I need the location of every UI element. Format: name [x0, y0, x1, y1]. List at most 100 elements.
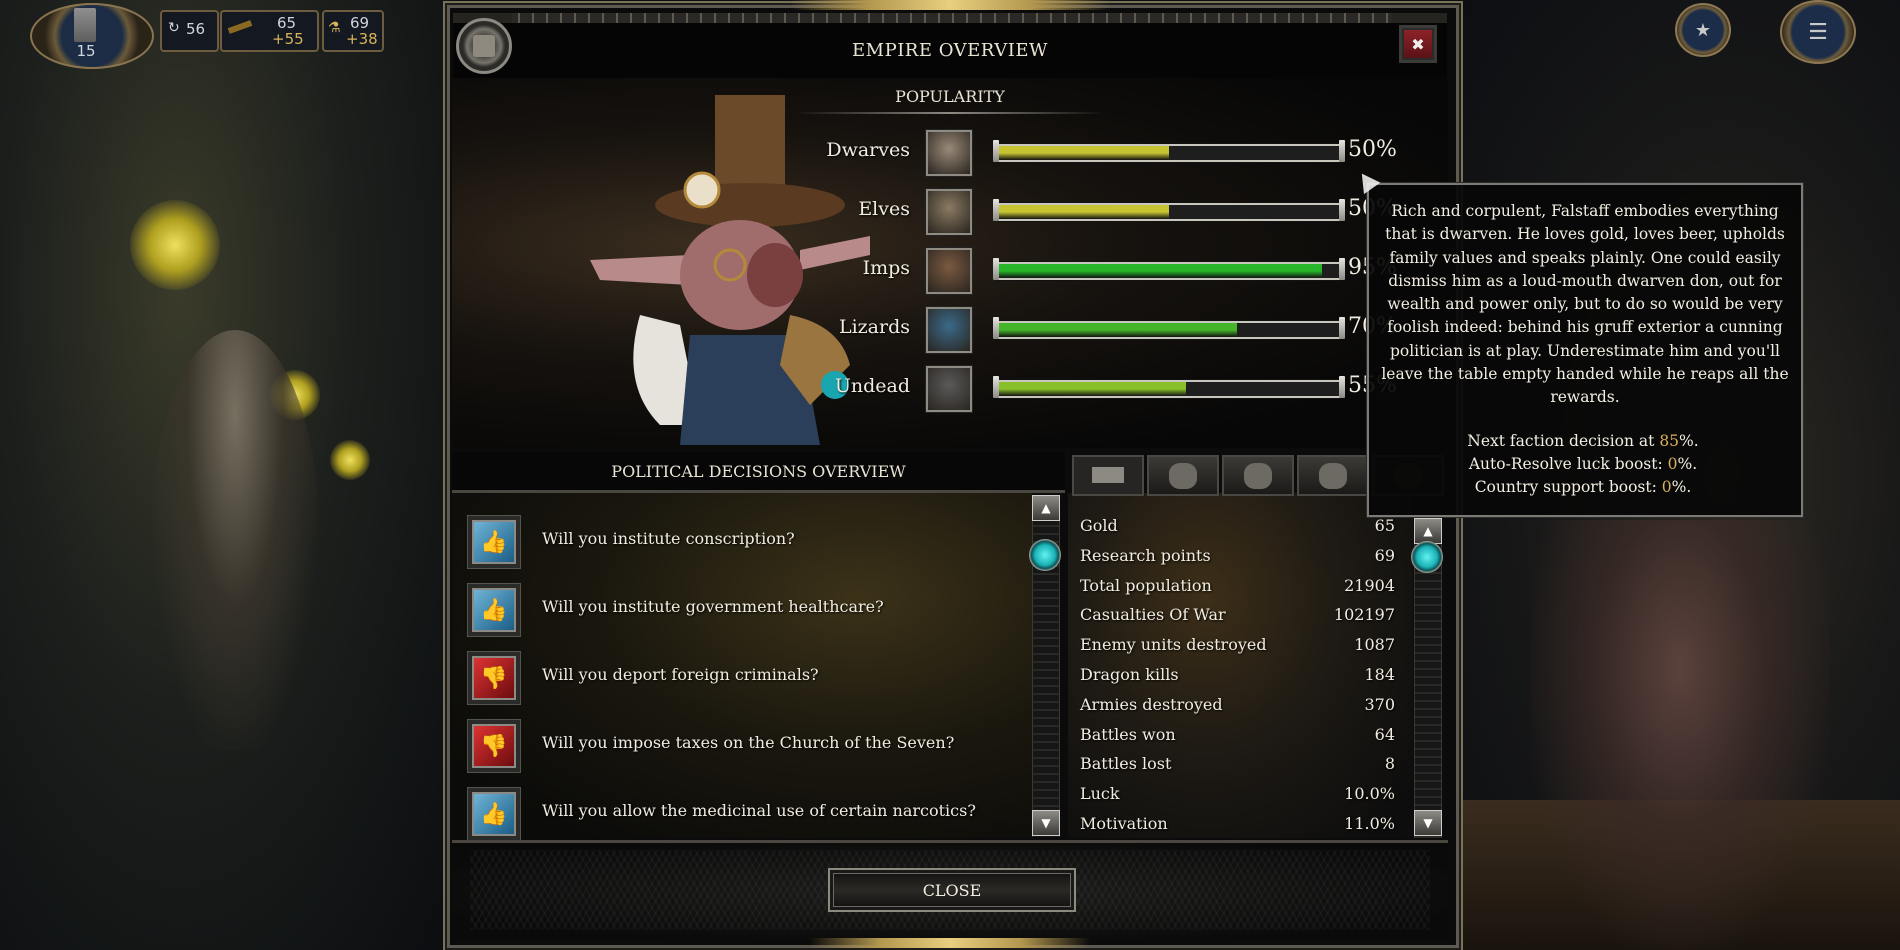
thumbs-up-icon[interactable]: 👍	[472, 588, 516, 632]
tooltip-value: 0	[1667, 455, 1678, 473]
decisions-scroll-down-button[interactable]: ▼	[1032, 810, 1060, 836]
decisions-scroll-thumb[interactable]	[1029, 539, 1061, 571]
stat-label: Battles won	[1080, 724, 1176, 744]
close-x-button[interactable]: ✖	[1402, 28, 1434, 60]
bar-cap-right	[1339, 199, 1345, 221]
tooltip-label: Country support boost:	[1474, 478, 1662, 496]
decision-question: Will you impose taxes on the Church of t…	[542, 733, 955, 752]
popularity-bar-fill	[999, 323, 1237, 337]
chevron-down-icon: ▼	[1423, 816, 1433, 830]
thumbs-down-icon[interactable]: 👎	[472, 656, 516, 700]
tooltip-label: Next faction decision at	[1467, 432, 1660, 450]
tooltip-value: 0	[1661, 478, 1672, 496]
stat-value: 8	[1384, 754, 1395, 774]
chevron-up-icon: ▲	[1423, 524, 1433, 538]
decision-question: Will you deport foreign criminals?	[542, 665, 819, 684]
stat-label: Luck	[1080, 784, 1120, 804]
stat-label: Gold	[1080, 516, 1118, 535]
faction-portrait-lizards[interactable]	[926, 307, 972, 353]
bar-cap-left	[993, 199, 999, 221]
bar-cap-right	[1339, 376, 1345, 398]
refresh-icon: ↻	[168, 20, 180, 36]
lamp-light	[130, 200, 220, 290]
stat-value: 184	[1364, 665, 1395, 684]
thumbs-down-icon[interactable]: 👎	[472, 724, 516, 768]
skeleton-figure	[150, 330, 320, 750]
chevron-down-icon: ▼	[1041, 816, 1051, 830]
stat-value: 370	[1364, 694, 1395, 714]
stat-label: Motivation	[1080, 814, 1168, 833]
stat-value: 11.0%	[1344, 814, 1395, 833]
tooltip-value: 85	[1659, 432, 1680, 450]
stat-value: 1087	[1354, 635, 1395, 655]
tooltip-suffix: %.	[1679, 432, 1699, 450]
popularity-bar	[993, 376, 1345, 398]
leader-portrait-icon	[1319, 463, 1347, 489]
tab-faction-leader-1[interactable]	[1147, 455, 1219, 496]
stat-label: Battles lost	[1080, 754, 1172, 774]
tab-empire-banner[interactable]	[1072, 455, 1144, 496]
bar-cap-right	[1339, 140, 1345, 162]
faction-portrait-undead[interactable]	[926, 366, 972, 412]
stat-value: 10.0%	[1344, 784, 1395, 804]
stat-label: Research points	[1080, 545, 1211, 565]
thumbs-up-icon[interactable]: 👍	[472, 792, 516, 836]
leader-portrait-icon	[1244, 463, 1272, 489]
decision-question: Will you institute government healthcare…	[542, 597, 884, 616]
popularity-bar	[993, 140, 1345, 162]
decision-question: Will you institute conscription?	[542, 529, 795, 548]
faction-name: Undead	[834, 375, 910, 397]
tooltip-support-boost: Country support boost: 0%.	[1367, 478, 1799, 496]
faction-name: Dwarves	[826, 139, 910, 161]
stat-value: 21904	[1344, 575, 1395, 595]
bar-cap-left	[993, 376, 999, 398]
faction-name: Lizards	[838, 316, 910, 338]
stats-scroll-thumb[interactable]	[1411, 541, 1443, 573]
tooltip-suffix: %.	[1671, 478, 1692, 496]
imp-figure-background	[1530, 520, 1830, 950]
faction-portrait-imps[interactable]	[926, 248, 972, 294]
popularity-percent: 50%	[1348, 137, 1397, 162]
bar-cap-right	[1339, 317, 1345, 339]
stat-label: Total population	[1080, 575, 1212, 595]
faction-portrait-dwarves[interactable]	[926, 130, 972, 176]
faction-name: Imps	[862, 257, 910, 279]
popularity-bar-fill	[999, 382, 1186, 396]
stat-value: 64	[1374, 724, 1395, 744]
tooltip-description: Rich and corpulent, Falstaff embodies ev…	[1381, 202, 1789, 407]
bottom-ornament	[810, 938, 1090, 948]
tooltip-label: Auto-Resolve luck boost:	[1468, 455, 1668, 473]
gold-icon	[227, 20, 253, 34]
chevron-up-icon: ▲	[1041, 501, 1051, 515]
stat-label: Enemy units destroyed	[1080, 635, 1267, 655]
bar-cap-left	[993, 140, 999, 162]
moves-value: 56	[186, 20, 206, 38]
stat-label: Armies destroyed	[1080, 694, 1223, 714]
faction-portrait-elves[interactable]	[926, 189, 972, 235]
decisions-scroll-up-button[interactable]: ▲	[1032, 495, 1060, 521]
political-decisions-header: POLITICAL DECISIONS OVERVIEW	[611, 462, 906, 481]
stat-value: 65	[1374, 516, 1395, 535]
thumbs-up-icon[interactable]: 👍	[472, 520, 516, 564]
popularity-header: POPULARITY	[895, 87, 1005, 106]
rank-card-icon	[74, 8, 96, 42]
stat-label: Dragon kills	[1080, 665, 1179, 684]
tab-faction-leader-3[interactable]	[1297, 455, 1369, 496]
lamp-light	[330, 440, 370, 480]
bar-cap-left	[993, 317, 999, 339]
popularity-bar	[993, 317, 1345, 339]
close-icon: ✖	[1411, 34, 1425, 54]
close-button[interactable]: CLOSE	[828, 868, 1076, 912]
leader-portrait-icon	[1169, 463, 1197, 489]
popularity-bar	[993, 199, 1345, 221]
stats-scroll-down-button[interactable]: ▼	[1414, 810, 1442, 836]
bar-cap-right	[1339, 258, 1345, 280]
popularity-bar-fill	[999, 205, 1169, 219]
dialog-title: EMPIRE OVERVIEW	[852, 40, 1048, 61]
tab-faction-leader-2[interactable]	[1222, 455, 1294, 496]
faction-name: Elves	[858, 198, 910, 220]
popularity-bar-fill	[999, 264, 1322, 278]
tooltip-luck-boost: Auto-Resolve luck boost: 0%.	[1367, 455, 1799, 473]
bar-cap-left	[993, 258, 999, 280]
title-filigree	[512, 13, 1392, 23]
